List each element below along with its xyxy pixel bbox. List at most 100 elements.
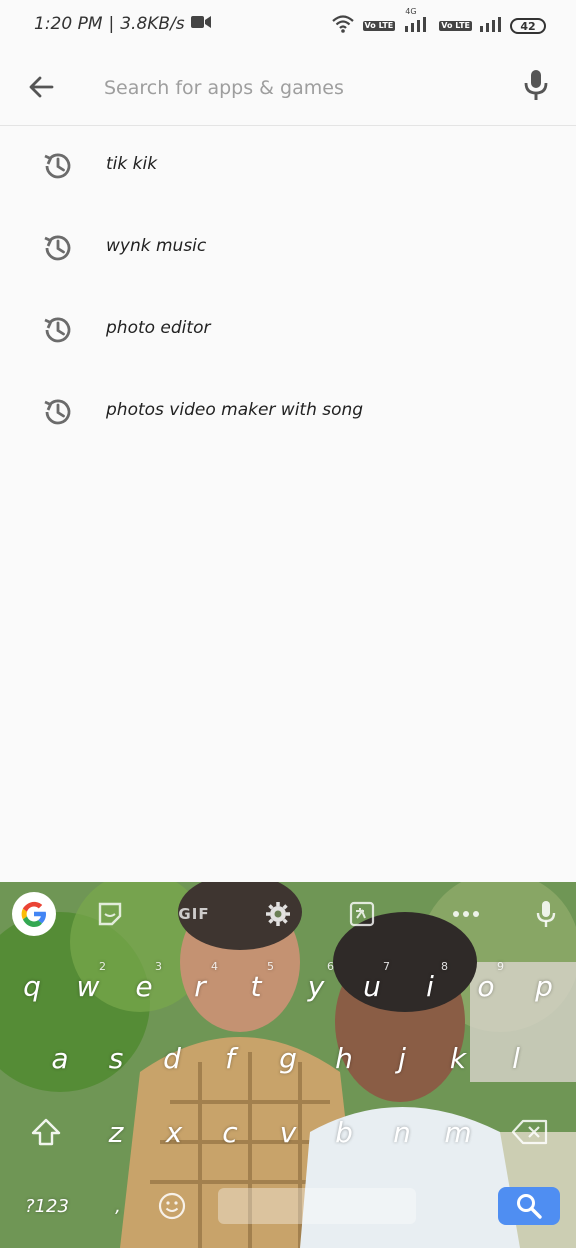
wifi-icon xyxy=(331,14,355,38)
search-icon xyxy=(517,1194,542,1219)
volte-badge-2: Vo LTE xyxy=(439,21,472,31)
gear-icon xyxy=(266,902,290,926)
translate-icon xyxy=(349,901,375,927)
history-icon xyxy=(44,399,71,425)
history-item-label: photos video maker with song xyxy=(106,400,364,420)
history-item-label: photo editor xyxy=(106,318,211,338)
history-item-label: tik kik xyxy=(106,154,158,174)
history-icon xyxy=(44,317,71,343)
status-right: Vo LTE 4G Vo LTE 42 xyxy=(331,7,546,38)
key-m[interactable]: m xyxy=(432,1104,484,1160)
keyboard-row-1: q w2 e3 r4 t5 y6 u7 i8 o9 p xyxy=(0,958,576,1014)
history-item[interactable]: photo editor xyxy=(0,290,576,372)
key-g[interactable]: g xyxy=(262,1030,314,1086)
key-s[interactable]: s xyxy=(90,1030,142,1086)
key-f[interactable]: f xyxy=(204,1030,256,1086)
key-hint: 5 xyxy=(267,960,274,973)
key-j[interactable]: j xyxy=(376,1030,428,1086)
volte-badge-1: Vo LTE xyxy=(362,21,396,31)
key-b[interactable]: b xyxy=(318,1104,370,1160)
key-x[interactable]: x xyxy=(148,1104,200,1160)
key-hint: 8 xyxy=(441,960,448,973)
sticker-button[interactable] xyxy=(92,896,128,932)
search-input[interactable] xyxy=(104,70,494,106)
history-icon xyxy=(44,153,71,179)
key-hint: 9 xyxy=(497,960,504,973)
key-h[interactable]: h xyxy=(318,1030,370,1086)
more-horizontal-icon xyxy=(453,911,479,917)
keyboard-toolbar: GIF xyxy=(0,882,576,946)
search-history-list: tik kik wynk music photo editor photos v… xyxy=(0,126,576,454)
key-label: r xyxy=(194,969,206,1003)
backspace-key[interactable] xyxy=(504,1104,556,1160)
network-type-label: 4G xyxy=(405,7,417,16)
key-k[interactable]: k xyxy=(432,1030,484,1086)
shift-key[interactable] xyxy=(20,1104,72,1160)
key-l[interactable]: l xyxy=(490,1030,542,1086)
key-c[interactable]: c xyxy=(204,1104,256,1160)
key-d[interactable]: d xyxy=(146,1030,198,1086)
emoji-key[interactable] xyxy=(146,1178,198,1234)
history-item[interactable]: photos video maker with song xyxy=(0,372,576,454)
key-e[interactable]: e3 xyxy=(118,958,170,1014)
signal-icon-2 xyxy=(480,16,502,36)
sticker-icon xyxy=(98,902,122,926)
google-g-icon xyxy=(21,901,46,927)
google-search-button[interactable] xyxy=(12,892,56,936)
key-u[interactable]: u7 xyxy=(346,958,398,1014)
history-item[interactable]: tik kik xyxy=(0,126,576,208)
key-w[interactable]: w2 xyxy=(62,958,114,1014)
status-time: 1:20 PM xyxy=(34,14,103,34)
key-z[interactable]: z xyxy=(90,1104,142,1160)
key-label: p xyxy=(535,969,553,1003)
voice-search-button[interactable] xyxy=(520,67,552,103)
key-p[interactable]: p xyxy=(518,958,570,1014)
key-label: t xyxy=(250,969,262,1003)
key-label: u xyxy=(363,969,381,1003)
more-options-button[interactable] xyxy=(448,896,484,932)
microphone-icon xyxy=(536,901,556,927)
key-label: o xyxy=(477,969,495,1003)
video-camera-icon xyxy=(190,14,211,34)
comma-key[interactable]: , xyxy=(92,1178,144,1234)
key-q[interactable]: q xyxy=(6,958,58,1014)
back-button[interactable] xyxy=(24,69,60,105)
key-label: i xyxy=(426,969,434,1003)
key-v[interactable]: v xyxy=(262,1104,314,1160)
space-key[interactable] xyxy=(218,1188,416,1224)
search-header xyxy=(0,52,576,126)
status-bar: 1:20 PM | 3.8KB/s Vo LTE 4G Vo LTE 42 xyxy=(0,0,576,52)
signal-icon-1: 4G xyxy=(403,7,431,36)
keyboard-row-2: a s d f g h j k l xyxy=(0,1030,576,1086)
symbols-key[interactable]: ?123 xyxy=(16,1178,78,1234)
key-i[interactable]: i8 xyxy=(404,958,456,1014)
emoji-icon xyxy=(158,1192,186,1220)
gif-label: GIF xyxy=(178,905,210,923)
translate-button[interactable] xyxy=(344,896,380,932)
status-left: 1:20 PM | 3.8KB/s xyxy=(34,14,211,34)
arrow-left-icon xyxy=(29,76,54,98)
backspace-icon xyxy=(511,1119,548,1145)
key-label: w xyxy=(76,969,100,1003)
history-icon xyxy=(44,235,71,261)
key-hint: 7 xyxy=(383,960,390,973)
key-hint: 2 xyxy=(99,960,106,973)
key-n[interactable]: n xyxy=(376,1104,428,1160)
keyboard-voice-button[interactable] xyxy=(528,896,564,932)
status-separator: | xyxy=(108,14,115,34)
key-o[interactable]: o9 xyxy=(460,958,512,1014)
key-hint: 6 xyxy=(327,960,334,973)
settings-button[interactable] xyxy=(260,896,296,932)
key-label: e xyxy=(135,969,153,1003)
keyboard-row-3: z x c v b n m xyxy=(0,1104,576,1160)
gif-button[interactable]: GIF xyxy=(176,896,212,932)
key-y[interactable]: y6 xyxy=(290,958,342,1014)
history-item[interactable]: wynk music xyxy=(0,208,576,290)
battery-indicator: 42 xyxy=(510,18,546,34)
shift-arrow-icon xyxy=(31,1118,61,1146)
key-label: y xyxy=(307,969,325,1003)
key-t[interactable]: t5 xyxy=(230,958,282,1014)
key-r[interactable]: r4 xyxy=(174,958,226,1014)
key-a[interactable]: a xyxy=(34,1030,86,1086)
keyboard-search-key[interactable] xyxy=(498,1187,560,1225)
